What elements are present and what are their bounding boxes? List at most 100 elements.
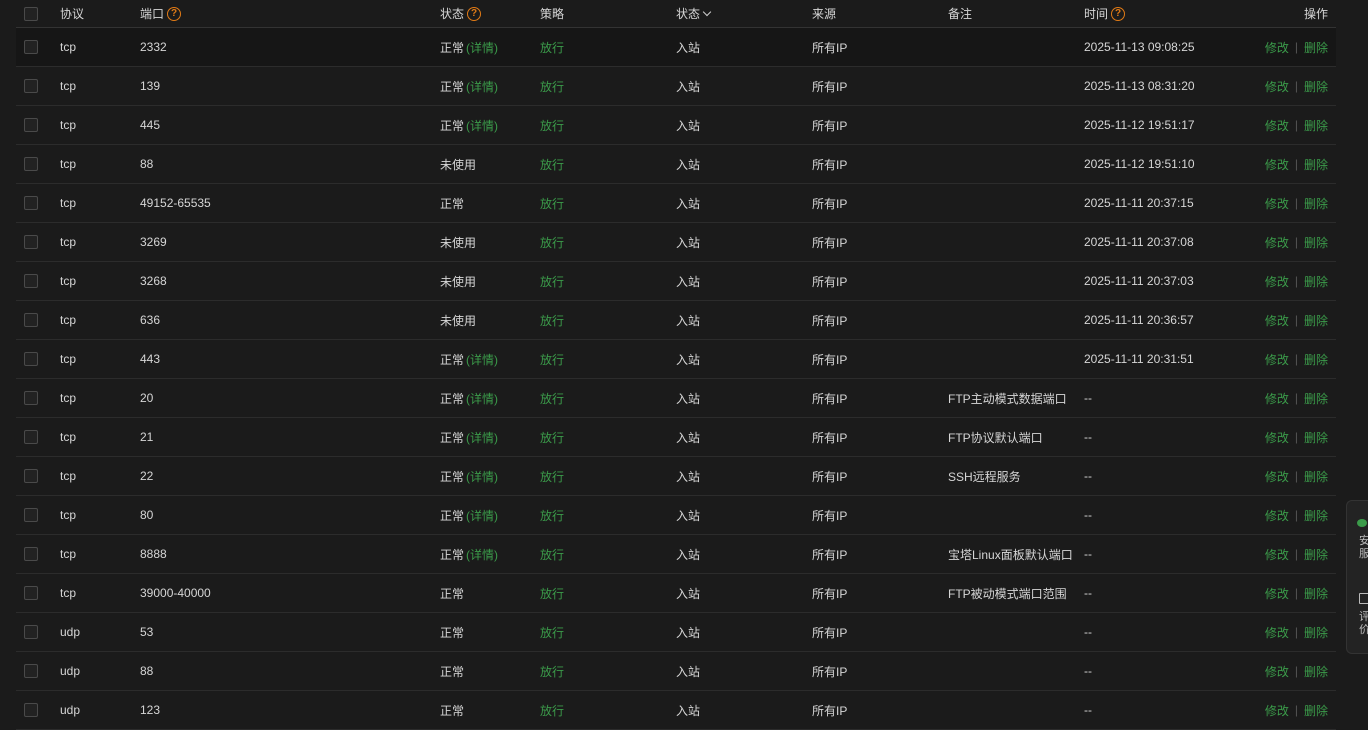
- row-checkbox[interactable]: [24, 391, 38, 405]
- status-detail-link[interactable]: (详情): [466, 429, 498, 446]
- row-checkbox[interactable]: [24, 508, 38, 522]
- status-detail-link[interactable]: (详情): [466, 546, 498, 563]
- status-detail-link[interactable]: (详情): [466, 468, 498, 485]
- header-policy: 策略: [540, 7, 565, 21]
- source-cell: 所有IP: [812, 703, 848, 718]
- port-cell: 123: [140, 703, 161, 717]
- delete-button[interactable]: 删除: [1304, 117, 1328, 134]
- delete-button[interactable]: 删除: [1304, 195, 1328, 212]
- delete-button[interactable]: 删除: [1304, 390, 1328, 407]
- status-detail-link[interactable]: (详情): [466, 390, 498, 407]
- status-text: 未使用: [440, 235, 477, 250]
- direction-cell: 入站: [676, 157, 701, 172]
- edit-button[interactable]: 修改: [1265, 234, 1289, 251]
- delete-button[interactable]: 删除: [1304, 351, 1328, 368]
- source-cell: 所有IP: [812, 313, 848, 328]
- row-checkbox[interactable]: [24, 313, 38, 327]
- side-feedback-panel[interactable]: 安 服 评 价: [1346, 500, 1368, 654]
- protocol-cell: tcp: [60, 586, 77, 600]
- ops-cell: 修改 | 删除: [1265, 691, 1328, 729]
- row-checkbox[interactable]: [24, 118, 38, 132]
- edit-button[interactable]: 修改: [1265, 546, 1289, 563]
- status-detail-link[interactable]: (详情): [466, 78, 498, 95]
- note-cell: FTP主动模式数据端口: [948, 391, 1067, 406]
- header-protocol: 协议: [60, 7, 85, 21]
- table-row: tcp 39000-40000 正常 放行 入站 所有IP FTP被动模式端口范围 -- 修改 |…: [16, 574, 1336, 613]
- row-checkbox[interactable]: [24, 79, 38, 93]
- direction-cell: 入站: [676, 40, 701, 55]
- delete-button[interactable]: 删除: [1304, 507, 1328, 524]
- ops-cell: 修改 | 删除: [1265, 574, 1328, 612]
- table-row: tcp 20 正常 (详情) 放行 入站 所有IP FTP主动模式数据端口 -- 修改 | 删除: [16, 379, 1336, 418]
- row-checkbox[interactable]: [24, 157, 38, 171]
- row-checkbox[interactable]: [24, 196, 38, 210]
- port-help-icon[interactable]: ?: [167, 6, 182, 21]
- edit-button[interactable]: 修改: [1265, 156, 1289, 173]
- edit-button[interactable]: 修改: [1265, 624, 1289, 641]
- row-checkbox[interactable]: [24, 352, 38, 366]
- ops-cell: 修改 | 删除: [1265, 223, 1328, 261]
- row-checkbox[interactable]: [24, 625, 38, 639]
- edit-button[interactable]: 修改: [1265, 468, 1289, 485]
- source-cell: 所有IP: [812, 274, 848, 289]
- delete-button[interactable]: 删除: [1304, 663, 1328, 680]
- table-row: tcp 445 正常 (详情) 放行 入站 所有IP 2025-11-12 19:51:17 修…: [16, 106, 1336, 145]
- row-select-cell: [24, 457, 38, 495]
- time-help-icon[interactable]: ?: [1111, 6, 1126, 21]
- edit-button[interactable]: 修改: [1265, 39, 1289, 56]
- edit-button[interactable]: 修改: [1265, 663, 1289, 680]
- delete-button[interactable]: 删除: [1304, 624, 1328, 641]
- status-detail-link[interactable]: (详情): [466, 117, 498, 134]
- delete-button[interactable]: 删除: [1304, 312, 1328, 329]
- header-time: 时间: [1084, 7, 1109, 21]
- ops-separator: |: [1294, 157, 1298, 171]
- row-checkbox[interactable]: [24, 40, 38, 54]
- select-all-checkbox[interactable]: [24, 6, 38, 21]
- row-checkbox[interactable]: [24, 430, 38, 444]
- delete-button[interactable]: 删除: [1304, 429, 1328, 446]
- delete-button[interactable]: 删除: [1304, 702, 1328, 719]
- table-row: tcp 80 正常 (详情) 放行 入站 所有IP -- 修改 | 删除: [16, 496, 1336, 535]
- ops-separator: |: [1294, 664, 1298, 678]
- row-checkbox[interactable]: [24, 469, 38, 483]
- row-select-cell: [24, 145, 38, 183]
- row-checkbox[interactable]: [24, 274, 38, 288]
- status-help-icon[interactable]: ?: [467, 6, 482, 21]
- edit-button[interactable]: 修改: [1265, 390, 1289, 407]
- delete-button[interactable]: 删除: [1304, 156, 1328, 173]
- direction-cell: 入站: [676, 703, 701, 718]
- port-cell: 53: [140, 625, 154, 639]
- edit-button[interactable]: 修改: [1265, 585, 1289, 602]
- direction-cell: 入站: [676, 313, 701, 328]
- edit-button[interactable]: 修改: [1265, 507, 1289, 524]
- edit-button[interactable]: 修改: [1265, 273, 1289, 290]
- edit-button[interactable]: 修改: [1265, 78, 1289, 95]
- ops-cell: 修改 | 删除: [1265, 145, 1328, 183]
- delete-button[interactable]: 删除: [1304, 468, 1328, 485]
- status-detail-link[interactable]: (详情): [466, 351, 498, 368]
- edit-button[interactable]: 修改: [1265, 351, 1289, 368]
- edit-button[interactable]: 修改: [1265, 195, 1289, 212]
- delete-button[interactable]: 删除: [1304, 273, 1328, 290]
- delete-button[interactable]: 删除: [1304, 39, 1328, 56]
- row-checkbox[interactable]: [24, 664, 38, 678]
- edit-button[interactable]: 修改: [1265, 429, 1289, 446]
- ops-separator: |: [1294, 703, 1298, 717]
- table-body: tcp 2332 正常 (详情) 放行 入站 所有IP 2025-11-13 09:08:25…: [16, 28, 1336, 730]
- row-checkbox[interactable]: [24, 547, 38, 561]
- edit-button[interactable]: 修改: [1265, 117, 1289, 134]
- edit-button[interactable]: 修改: [1265, 312, 1289, 329]
- status-detail-link[interactable]: (详情): [466, 39, 498, 56]
- row-checkbox[interactable]: [24, 586, 38, 600]
- delete-button[interactable]: 删除: [1304, 78, 1328, 95]
- delete-button[interactable]: 删除: [1304, 585, 1328, 602]
- edit-button[interactable]: 修改: [1265, 702, 1289, 719]
- row-checkbox[interactable]: [24, 703, 38, 717]
- status-cell: 正常 (详情): [440, 340, 498, 378]
- delete-button[interactable]: 删除: [1304, 546, 1328, 563]
- time-cell: 2025-11-11 20:31:51: [1084, 352, 1194, 366]
- delete-button[interactable]: 删除: [1304, 234, 1328, 251]
- header-direction-filter[interactable]: 状态: [676, 0, 712, 27]
- row-checkbox[interactable]: [24, 235, 38, 249]
- status-detail-link[interactable]: (详情): [466, 507, 498, 524]
